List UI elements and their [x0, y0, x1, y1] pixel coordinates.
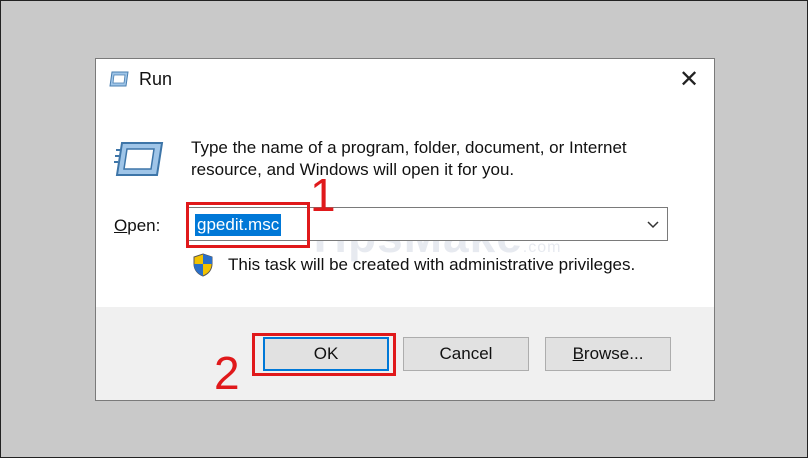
chevron-down-icon[interactable]: [645, 216, 661, 232]
dialog-footer: OK Cancel Browse...: [96, 307, 714, 400]
browse-label-rest: rowse...: [583, 344, 644, 363]
browse-accelerator: B: [572, 344, 584, 363]
annotation-step-1: 1: [310, 169, 336, 221]
annotation-box-input: [186, 202, 310, 248]
window-title: Run: [139, 69, 173, 89]
annotation-box-ok: [252, 333, 396, 376]
title-bar: Run ✕: [96, 59, 714, 101]
annotation-step-2: 2: [214, 347, 240, 399]
uac-shield-icon: [193, 253, 213, 277]
close-icon: ✕: [678, 66, 700, 93]
run-large-icon: [114, 142, 164, 176]
open-label-rest: pen:: [127, 216, 161, 235]
dialog-description: Type the name of a program, folder, docu…: [191, 138, 627, 179]
open-label-accelerator: O: [114, 216, 128, 235]
cancel-button[interactable]: Cancel: [403, 337, 529, 371]
run-app-icon: [109, 71, 129, 87]
admin-privileges-note: This task will be created with administr…: [228, 255, 636, 274]
close-button[interactable]: ✕: [674, 65, 704, 95]
open-label: Open:: [114, 216, 160, 236]
watermark-suffix: .com: [522, 239, 562, 256]
browse-button[interactable]: Browse...: [545, 337, 671, 371]
